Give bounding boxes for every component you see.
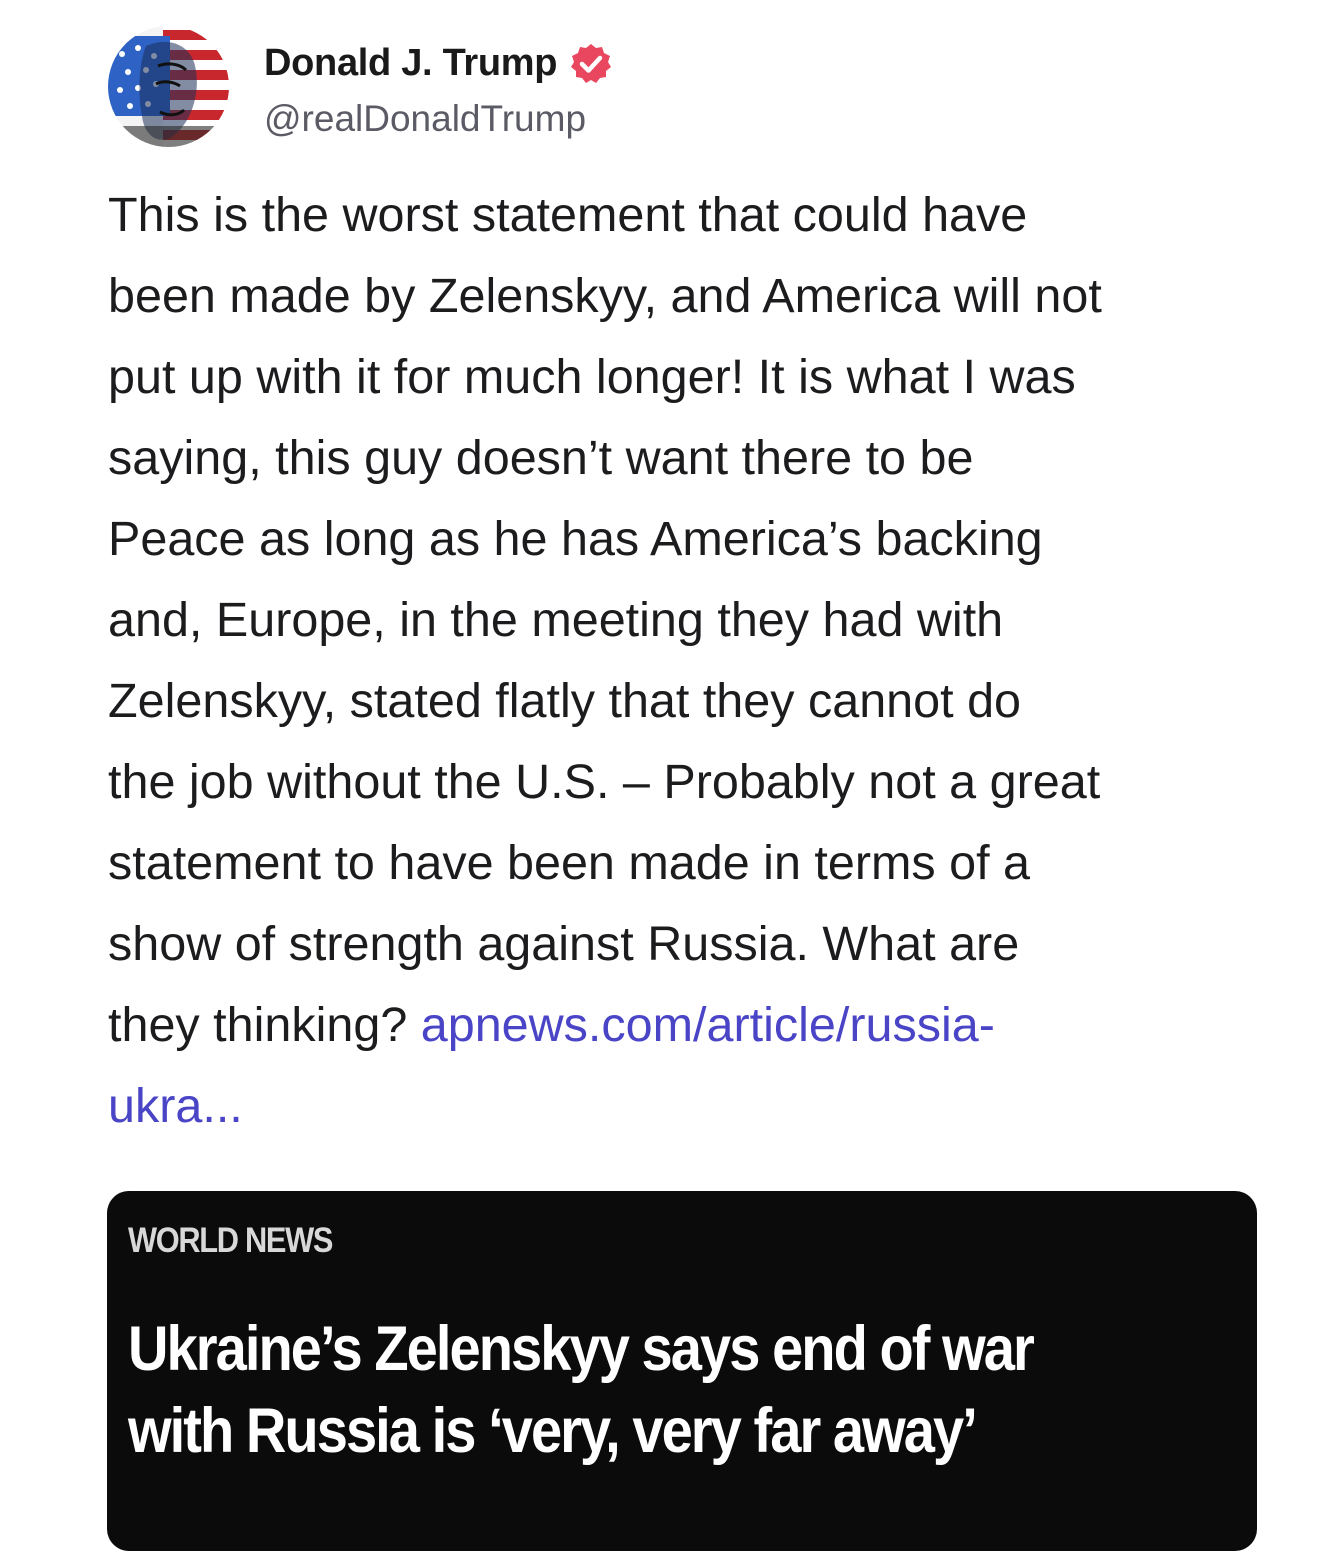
card-headline-line: with Russia is ‘very, very far away’ xyxy=(128,1396,978,1466)
post-text-line: This is the worst statement that could h… xyxy=(108,188,1028,242)
avatar-flag-portrait-icon xyxy=(108,26,229,147)
post-text-line: they thinking? xyxy=(108,998,421,1052)
post-header: Donald J. Trump @realDonaldTrump xyxy=(108,26,613,147)
post-text-line: show of strength against Russia. What ar… xyxy=(108,917,1020,971)
card-kicker: WORLD NEWS xyxy=(128,1221,333,1260)
post-body: This is the worst statement that could h… xyxy=(108,175,1268,1147)
post-text-line: statement to have been made in terms of … xyxy=(108,836,1031,890)
article-link-part1: apnews.com/article/russia- xyxy=(420,998,995,1052)
author-name-row: Donald J. Trump xyxy=(264,34,613,94)
card-headline-line: Ukraine’s Zelenskyy says end of war xyxy=(128,1314,1035,1384)
post-text-line: put up with it for much longer! It is wh… xyxy=(108,350,1076,404)
avatar[interactable] xyxy=(108,26,229,147)
verified-badge-icon xyxy=(569,42,613,86)
author-display-name[interactable]: Donald J. Trump xyxy=(264,42,558,85)
link-preview-card[interactable]: WORLD NEWS Ukraine’s Zelenskyy says end … xyxy=(107,1191,1257,1551)
post-text-line: saying, this guy doesn’t want there to b… xyxy=(108,431,974,485)
post-text-line: and, Europe, in the meeting they had wit… xyxy=(108,593,1004,647)
post-text-line: the job without the U.S. – Probably not … xyxy=(108,755,1101,809)
article-link-part2: ukra... xyxy=(108,1079,243,1133)
post: Donald J. Trump @realDonaldTrump This is… xyxy=(0,0,1343,1551)
post-text-line: Peace as long as he has America’s backin… xyxy=(108,512,1043,566)
post-text-line: been made by Zelenskyy, and America will… xyxy=(108,269,1102,323)
card-headline: Ukraine’s Zelenskyy says end of war with … xyxy=(128,1308,1223,1472)
author-identity: Donald J. Trump @realDonaldTrump xyxy=(264,34,613,140)
post-text-line: Zelenskyy, stated flatly that they canno… xyxy=(108,674,1022,728)
author-handle[interactable]: @realDonaldTrump xyxy=(264,98,613,140)
